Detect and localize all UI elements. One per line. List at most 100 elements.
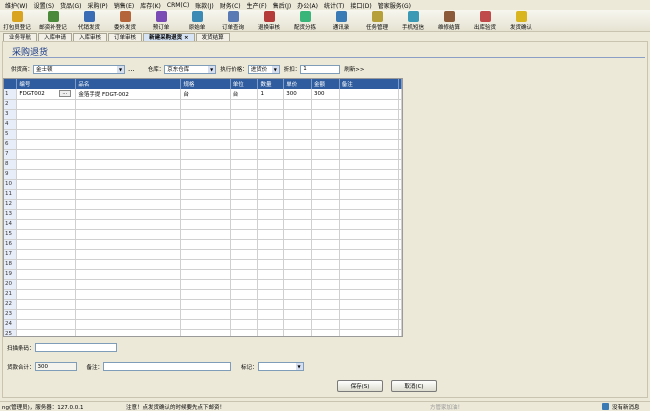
- table-cell[interactable]: [311, 309, 340, 320]
- menu-item[interactable]: 办公(A): [294, 1, 321, 10]
- table-cell[interactable]: [283, 309, 313, 320]
- table-cell[interactable]: [75, 289, 182, 300]
- table-cell[interactable]: [75, 189, 182, 200]
- menu-item[interactable]: 设置(S): [31, 1, 58, 10]
- table-row[interactable]: 1 FDGT002... 金箔手提 FDGT-002 台台 1 300 300: [4, 89, 402, 100]
- table-row[interactable]: 9: [4, 169, 402, 180]
- table-cell[interactable]: [339, 309, 400, 320]
- table-cell[interactable]: [230, 329, 259, 336]
- table-cell[interactable]: [311, 249, 340, 260]
- table-cell[interactable]: [75, 319, 182, 330]
- table-cell[interactable]: [16, 139, 77, 150]
- table-cell[interactable]: [230, 239, 259, 250]
- table-cell[interactable]: [16, 99, 77, 110]
- tab[interactable]: 新建采购退货 ×: [143, 33, 195, 41]
- table-cell[interactable]: [257, 209, 285, 220]
- table-cell[interactable]: [180, 269, 231, 280]
- toolbar-button[interactable]: 手机短信: [398, 10, 428, 31]
- table-cell[interactable]: [16, 219, 77, 230]
- table-cell[interactable]: [398, 269, 402, 280]
- items-grid[interactable]: 编号 品名 规格 单位 数量 单价 金额 备注 1 FDGT002... 金箔手提 FDGT-00…: [3, 78, 403, 337]
- table-cell[interactable]: [283, 319, 313, 330]
- table-cell[interactable]: [230, 289, 259, 300]
- table-cell[interactable]: [398, 199, 402, 210]
- table-cell[interactable]: [257, 249, 285, 260]
- table-row[interactable]: 19: [4, 269, 402, 280]
- table-cell[interactable]: [311, 219, 340, 230]
- table-cell[interactable]: [257, 109, 285, 120]
- table-cell[interactable]: [16, 249, 77, 260]
- table-cell[interactable]: [398, 99, 402, 110]
- table-cell[interactable]: [75, 329, 182, 336]
- table-cell[interactable]: [283, 329, 313, 336]
- menu-item[interactable]: 售后(J): [270, 1, 294, 10]
- table-cell[interactable]: [230, 149, 259, 160]
- table-cell[interactable]: [339, 299, 400, 310]
- table-cell[interactable]: [75, 279, 182, 290]
- table-cell[interactable]: [180, 129, 231, 140]
- table-cell[interactable]: [257, 259, 285, 270]
- table-cell[interactable]: [230, 199, 259, 210]
- table-cell[interactable]: [16, 209, 77, 220]
- menu-item[interactable]: CRM(C): [164, 2, 192, 9]
- table-cell[interactable]: [230, 129, 259, 140]
- table-cell[interactable]: [257, 219, 285, 230]
- table-cell[interactable]: [180, 209, 231, 220]
- table-cell[interactable]: [398, 319, 402, 330]
- table-cell[interactable]: [311, 329, 340, 336]
- table-cell[interactable]: [283, 229, 313, 240]
- table-cell[interactable]: [339, 259, 400, 270]
- table-cell[interactable]: [75, 249, 182, 260]
- supplier-select[interactable]: 金士顿 ▼: [33, 64, 126, 74]
- column-header[interactable]: 品名: [75, 79, 182, 89]
- scan-input[interactable]: [34, 343, 117, 352]
- table-cell[interactable]: [180, 219, 231, 230]
- table-cell[interactable]: FDGT002...: [16, 89, 77, 100]
- table-cell[interactable]: [398, 119, 402, 130]
- table-cell[interactable]: [311, 129, 340, 140]
- table-cell[interactable]: [283, 189, 313, 200]
- table-cell[interactable]: [230, 209, 259, 220]
- table-cell[interactable]: [339, 229, 400, 240]
- table-row[interactable]: 21: [4, 289, 402, 300]
- table-cell[interactable]: [75, 309, 182, 320]
- table-cell[interactable]: [230, 259, 259, 270]
- table-cell[interactable]: [75, 299, 182, 310]
- table-cell[interactable]: [339, 119, 400, 130]
- table-row[interactable]: 22: [4, 299, 402, 310]
- table-cell[interactable]: [283, 99, 313, 110]
- table-cell[interactable]: [339, 179, 400, 190]
- table-cell[interactable]: [257, 299, 285, 310]
- message-icon[interactable]: [602, 403, 609, 410]
- discount-input[interactable]: 1: [300, 64, 341, 74]
- table-cell[interactable]: [339, 279, 400, 290]
- table-cell[interactable]: [230, 189, 259, 200]
- table-cell[interactable]: [75, 199, 182, 210]
- menu-item[interactable]: 维护(W): [2, 1, 31, 10]
- table-cell[interactable]: [230, 139, 259, 150]
- table-cell[interactable]: [398, 229, 402, 240]
- table-cell[interactable]: [230, 169, 259, 180]
- table-cell[interactable]: [311, 169, 340, 180]
- table-cell[interactable]: [257, 199, 285, 210]
- table-cell[interactable]: [16, 329, 77, 336]
- table-row[interactable]: 11: [4, 189, 402, 200]
- toolbar-button[interactable]: 预订单: [146, 10, 176, 31]
- table-cell[interactable]: [339, 209, 400, 220]
- table-cell[interactable]: [283, 249, 313, 260]
- table-cell[interactable]: [257, 319, 285, 330]
- table-cell[interactable]: 台: [180, 89, 231, 100]
- table-cell[interactable]: [16, 299, 77, 310]
- table-cell[interactable]: [16, 119, 77, 130]
- menu-item[interactable]: 货品(G): [57, 1, 84, 10]
- table-row[interactable]: 18: [4, 259, 402, 270]
- table-cell[interactable]: [180, 119, 231, 130]
- table-cell[interactable]: [283, 209, 313, 220]
- table-cell[interactable]: [180, 249, 231, 260]
- table-row[interactable]: 8: [4, 159, 402, 170]
- table-cell[interactable]: [257, 129, 285, 140]
- table-cell[interactable]: [398, 329, 402, 336]
- table-cell[interactable]: 台: [230, 89, 259, 100]
- table-cell[interactable]: [16, 109, 77, 120]
- table-cell[interactable]: [283, 289, 313, 300]
